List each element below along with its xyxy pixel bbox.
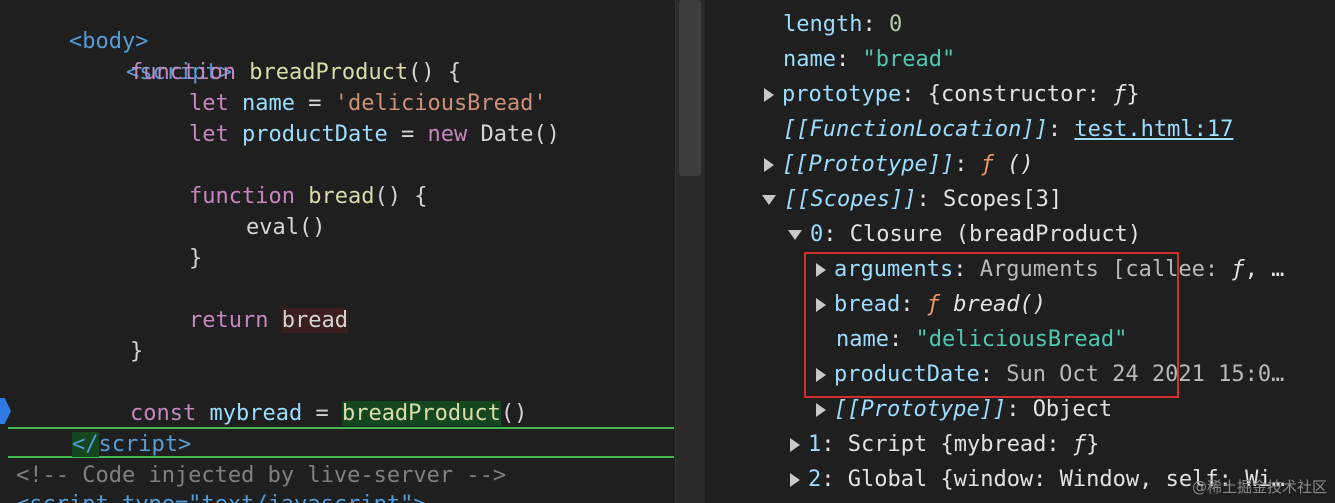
- script-close-tag: script>: [98, 432, 192, 457]
- code-line-const: const mybread = breadProduct(): [130, 398, 527, 429]
- watermark-text: @稀土掘金技术社区: [1191, 478, 1327, 496]
- brace-close: }: [1086, 432, 1100, 457]
- prop-name: name: "bread": [783, 47, 956, 72]
- code-editor[interactable]: <body> <script> function breadProduct() …: [0, 0, 674, 503]
- scope-index: 0: [810, 222, 824, 247]
- return-value: bread: [281, 308, 348, 333]
- property-key: [[Prototype]]: [782, 152, 955, 177]
- property-value: (): [993, 152, 1034, 177]
- function-keyword: function: [130, 60, 236, 85]
- property-key: [[Prototype]]: [834, 397, 1007, 422]
- eval-call: eval: [246, 215, 299, 240]
- code-line-return: return bread: [189, 305, 348, 336]
- property-key: prototype: [782, 82, 902, 107]
- scope-script[interactable]: 1: Script {mybread: ƒ}: [790, 427, 1099, 462]
- property-value: Scopes[3]: [942, 187, 1063, 212]
- script-type-tag: <script type="text/javascript">: [16, 492, 427, 503]
- return-keyword: return: [189, 308, 269, 333]
- code-line-outer-close: }: [130, 336, 143, 367]
- function-keyword: function: [189, 184, 295, 209]
- call-parens: (): [500, 401, 528, 426]
- collapse-arrow-icon[interactable]: [788, 230, 802, 240]
- code-line-fn-inner: function bread() {: [189, 181, 427, 212]
- code-line-let-date: let productDate = new Date(): [189, 119, 560, 150]
- close-brace: }: [189, 246, 203, 271]
- property-key: name: [783, 47, 836, 72]
- property-value: 0: [888, 12, 903, 37]
- editor-scrollbar[interactable]: [675, 0, 705, 503]
- scope-title: Closure (breadProduct): [849, 222, 1142, 247]
- code-line-comment: <!-- Code injected by live-server -->: [16, 460, 506, 491]
- scope-inspector: length: 0 name: "bread" prototype: {cons…: [706, 0, 1335, 503]
- const-keyword: const: [130, 401, 197, 426]
- call-parens: (): [533, 122, 560, 147]
- prop-prototype[interactable]: prototype: {constructor: ƒ}: [764, 77, 1140, 112]
- string-literal: 'deliciousBread': [334, 91, 547, 116]
- property-key: [[Scopes]]: [784, 187, 917, 212]
- variable-mybread: mybread: [209, 401, 303, 426]
- function-glyph: ƒ: [1231, 257, 1245, 282]
- current-call-highlight: breadProduct: [341, 401, 501, 426]
- code-line-script-close: </script>: [8, 427, 674, 458]
- collapse-arrow-icon[interactable]: [762, 195, 776, 205]
- let-keyword: let: [189, 91, 229, 116]
- scroll-thumb[interactable]: [679, 0, 701, 176]
- scope-title: Script {mybread:: [847, 432, 1073, 457]
- scope-closure[interactable]: 0: Closure (breadProduct): [788, 217, 1141, 252]
- property-key: length: [783, 12, 863, 37]
- operator-eq: =: [315, 401, 329, 426]
- let-keyword: let: [189, 122, 229, 147]
- function-glyph: ƒ: [980, 152, 994, 177]
- html-comment: <!-- Code injected by live-server -->: [16, 463, 507, 488]
- parens-brace: () {: [374, 184, 428, 209]
- operator-eq: =: [308, 91, 322, 116]
- variable-productDate: productDate: [242, 122, 388, 147]
- call-parens: (): [298, 215, 326, 240]
- property-value: Object: [1032, 397, 1113, 422]
- prop-function-location: [[FunctionLocation]]: test.html:17: [783, 117, 1234, 142]
- ellipsis: , …: [1244, 257, 1285, 282]
- operator-eq: =: [400, 122, 415, 147]
- property-value: "bread": [862, 47, 956, 72]
- code-line-let-name: let name = 'deliciousBread': [189, 88, 547, 119]
- script-close-bracket: </: [72, 432, 99, 457]
- expand-arrow-icon[interactable]: [816, 403, 826, 417]
- breakpoint-marker[interactable]: [0, 398, 11, 424]
- prop-length: length: 0: [783, 12, 903, 37]
- code-line-partial: <script type="text/javascript">: [16, 489, 427, 503]
- closure-highlight-box: [804, 252, 1179, 398]
- date-constructor: Date: [480, 122, 534, 147]
- prop-scopes[interactable]: [[Scopes]]: Scopes[3]: [762, 182, 1062, 217]
- expand-arrow-icon[interactable]: [764, 88, 774, 102]
- new-keyword: new: [427, 122, 468, 147]
- property-value: {constructor:: [927, 82, 1114, 107]
- close-brace: }: [130, 339, 144, 364]
- prop-internal-prototype[interactable]: [[Prototype]]: ƒ (): [764, 147, 1034, 182]
- code-line-inner-close: }: [189, 243, 202, 274]
- property-key: [[FunctionLocation]]: [783, 117, 1048, 142]
- code-line-script-open: <script>: [73, 26, 232, 85]
- expand-arrow-icon[interactable]: [790, 438, 800, 452]
- variable-name: name: [242, 91, 295, 116]
- function-glyph: ƒ: [1072, 432, 1087, 457]
- code-line-body: <body>: [16, 0, 148, 54]
- function-glyph: ƒ: [1113, 82, 1127, 107]
- expand-arrow-icon[interactable]: [764, 158, 774, 172]
- code-line-fn-outer: function breadProduct() {: [130, 57, 461, 88]
- scope-index: 1: [808, 432, 822, 457]
- parens-brace: () {: [408, 60, 462, 85]
- expand-arrow-icon[interactable]: [790, 473, 800, 487]
- function-name: breadProduct: [249, 60, 409, 85]
- code-line-eval: eval(): [246, 212, 325, 243]
- source-link[interactable]: test.html:17: [1074, 117, 1233, 142]
- brace-close: }: [1126, 82, 1140, 107]
- inner-function-name: bread: [308, 184, 375, 209]
- scope-index: 2: [808, 467, 822, 492]
